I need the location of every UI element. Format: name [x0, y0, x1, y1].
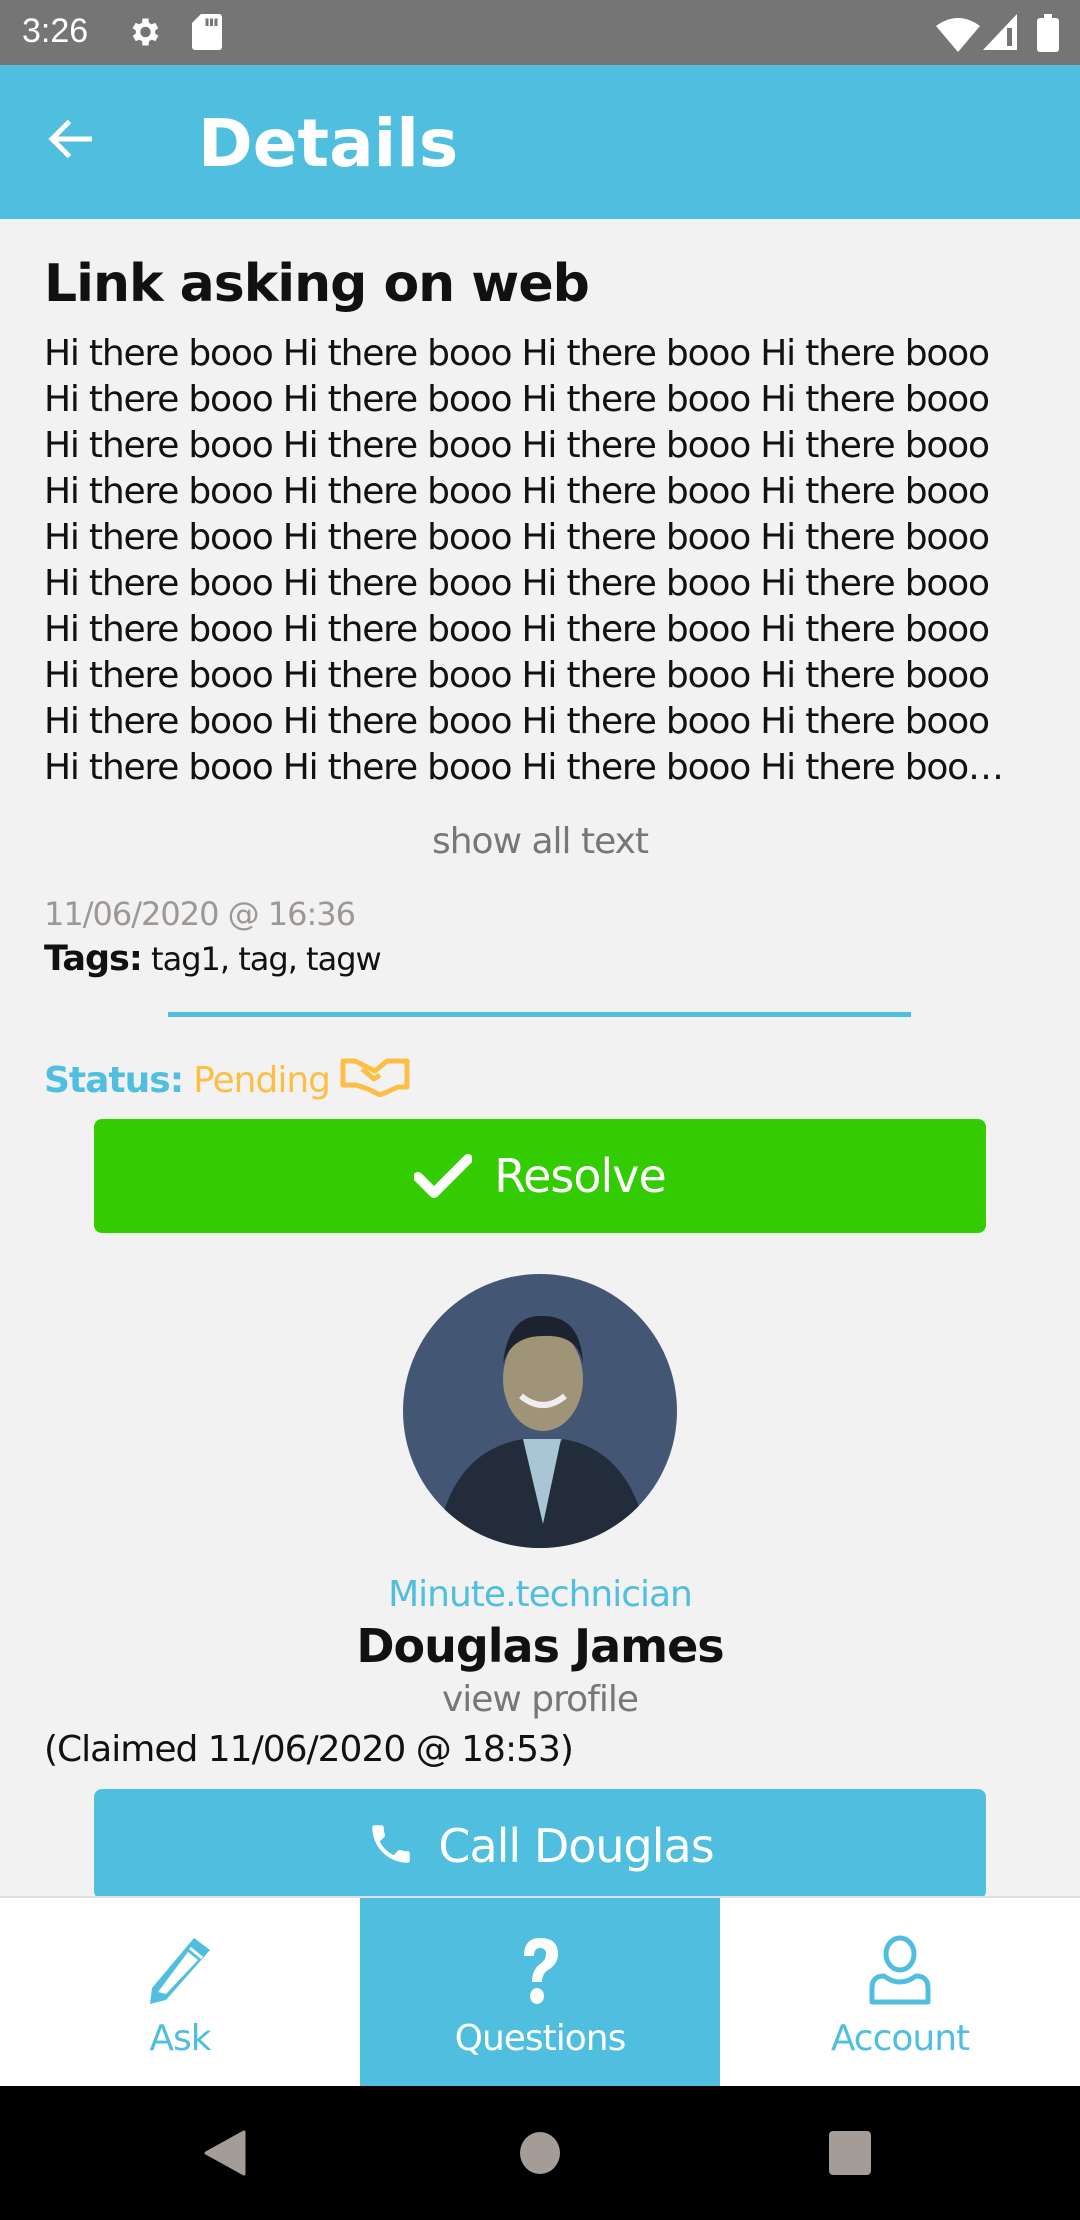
resolve-button[interactable]: Resolve	[94, 1119, 986, 1233]
tags-row: Tags: tag1, tag, tagw	[44, 939, 382, 979]
status-row: Status: Pending	[44, 1055, 410, 1106]
status-bar: 3:26	[0, 0, 1080, 65]
divider	[168, 1012, 911, 1017]
nav-item-account[interactable]: Account	[720, 1898, 1080, 2086]
nav-item-questions[interactable]: Questions	[360, 1898, 720, 2086]
system-nav-bar	[0, 2086, 1080, 2220]
body-line: Hi there booo Hi there booo Hi there boo…	[44, 425, 990, 466]
phone-icon	[372, 1825, 411, 1863]
question-title: Link asking on web	[44, 254, 590, 314]
tags-label: Tags:	[44, 939, 143, 979]
handshake-icon	[340, 1055, 410, 1106]
question-icon	[524, 1938, 558, 2004]
technician-name: Douglas James	[356, 1619, 724, 1673]
claimed-timestamp: (Claimed 11/06/2020 @ 18:53)	[44, 1729, 574, 1770]
page-title: Details	[198, 105, 459, 182]
show-all-text-link[interactable]: show all text	[0, 821, 1080, 862]
arrow-left-icon[interactable]	[42, 109, 102, 169]
user-icon	[869, 1935, 931, 2005]
body-line: Hi there booo Hi there booo Hi there boo…	[44, 563, 990, 604]
question-date: 11/06/2020 @ 16:36	[44, 895, 356, 933]
body-line: Hi there booo Hi there booo Hi there boo…	[44, 609, 990, 650]
status-value: Pending	[193, 1060, 331, 1101]
back-triangle-icon[interactable]	[204, 2130, 246, 2181]
wifi-icon	[936, 16, 980, 57]
call-button[interactable]: Call Douglas	[94, 1789, 986, 1896]
nav-label-ask: Ask	[149, 2018, 211, 2059]
home-circle-icon[interactable]	[519, 2130, 561, 2181]
bottom-nav: Ask Questions Account	[0, 1896, 1080, 2086]
nav-label-questions: Questions	[454, 2018, 627, 2059]
status-label: Status:	[44, 1060, 184, 1101]
call-label: Call Douglas	[438, 1819, 714, 1873]
battery-icon	[1037, 14, 1059, 57]
signal-icon	[983, 14, 1017, 55]
view-profile-link[interactable]: view profile	[0, 1679, 1080, 1720]
details-content[interactable]: Link asking on web Hi there booo Hi ther…	[0, 219, 1080, 1896]
avatar[interactable]	[403, 1274, 677, 1548]
resolve-label: Resolve	[494, 1149, 667, 1203]
app-bar: Details	[0, 65, 1080, 219]
sd-card-icon	[192, 14, 222, 55]
nav-label-account: Account	[830, 2018, 970, 2059]
body-line: Hi there booo Hi there booo Hi there boo…	[44, 379, 990, 420]
body-line: Hi there booo Hi there booo Hi there boo…	[44, 701, 990, 742]
body-line: Hi there booo Hi there booo Hi there boo…	[44, 517, 990, 558]
check-icon	[414, 1154, 473, 1198]
status-time: 3:26	[22, 12, 89, 50]
gear-icon	[126, 14, 162, 55]
body-line: Hi there booo Hi there booo Hi there boo…	[44, 655, 990, 696]
body-line: Hi there booo Hi there booo Hi there boo…	[44, 333, 990, 374]
body-line: Hi there booo Hi there booo Hi there boo…	[44, 747, 1004, 788]
tags-value: tag1, tag, tagw	[151, 940, 382, 978]
body-line: Hi there booo Hi there booo Hi there boo…	[44, 471, 990, 512]
nav-item-ask[interactable]: Ask	[0, 1898, 360, 2086]
technician-role: Minute.technician	[388, 1574, 693, 1615]
pencil-icon	[150, 1938, 210, 2004]
question-body: Hi there booo Hi there booo Hi there boo…	[44, 331, 1044, 791]
recents-square-icon[interactable]	[828, 2130, 872, 2181]
